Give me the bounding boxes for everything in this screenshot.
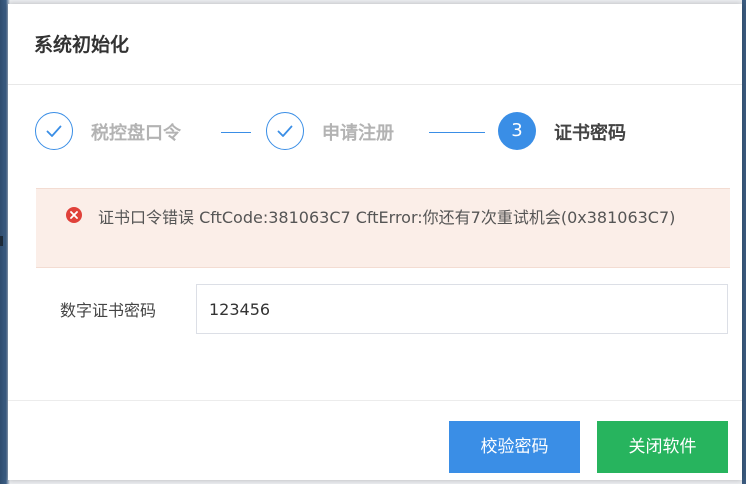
step-cert-password: 3 证书密码 (498, 112, 668, 156)
step-tax-disk-password: 税控盘口令 (35, 112, 215, 156)
verify-password-button[interactable]: 校验密码 (449, 421, 580, 473)
step-apply-registration: 申请注册 (266, 112, 436, 156)
close-software-button[interactable]: 关闭软件 (597, 421, 728, 473)
step-connector-2 (429, 132, 485, 133)
check-icon (46, 125, 62, 137)
step-3-circle: 3 (498, 112, 536, 150)
error-icon (66, 207, 82, 223)
system-init-dialog: 系统初始化 税控盘口令 申请注册 3 证书密码 证书口令错误 CftCode:3… (8, 4, 742, 480)
footer-divider (8, 400, 742, 401)
cert-password-input[interactable] (196, 284, 728, 334)
step-1-label: 税控盘口令 (91, 123, 181, 144)
desktop-backdrop-mark (0, 236, 3, 246)
error-alert: 证书口令错误 CftCode:381063C7 CftError:你还有7次重试… (36, 188, 730, 268)
step-2-label: 申请注册 (322, 123, 394, 144)
dialog-title: 系统初始化 (34, 34, 130, 56)
step-1-circle (35, 112, 73, 150)
step-connector-1 (221, 132, 251, 133)
dialog-title-bar: 系统初始化 (8, 4, 742, 85)
wizard-steps: 税控盘口令 申请注册 3 证书密码 (8, 104, 742, 164)
desktop-backdrop-edge (742, 0, 746, 484)
error-message: 证书口令错误 CftCode:381063C7 CftError:你还有7次重试… (98, 208, 676, 227)
check-icon (277, 125, 293, 137)
cert-password-label: 数字证书密码 (60, 301, 157, 320)
step-2-circle (266, 112, 304, 150)
step-3-label: 证书密码 (554, 123, 626, 144)
